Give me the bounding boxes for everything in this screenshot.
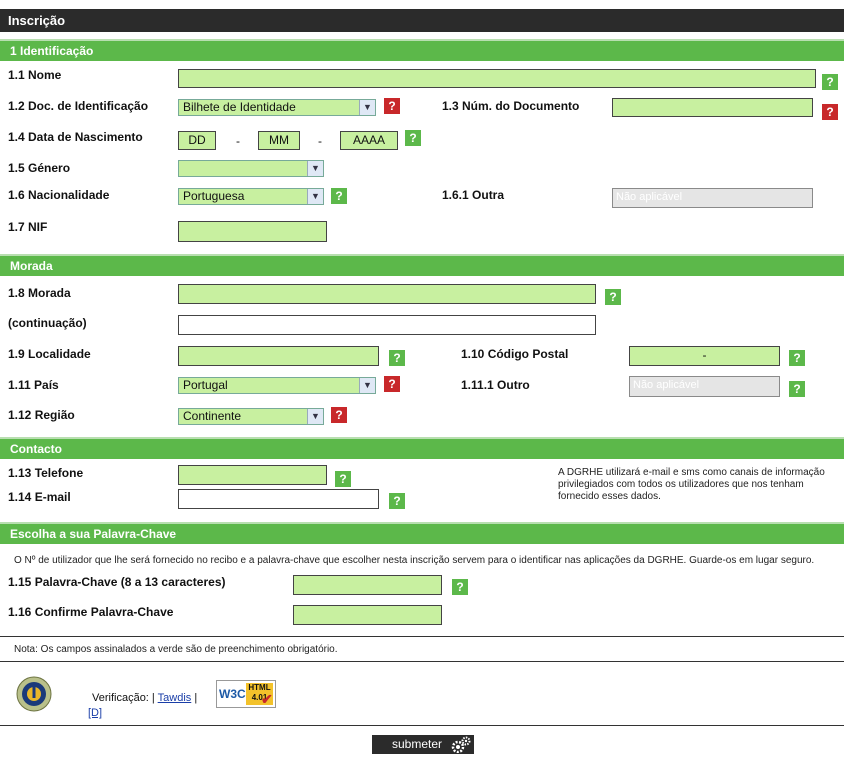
divider	[0, 725, 844, 726]
label-telefone: 1.13 Telefone	[8, 466, 84, 480]
gears-icon	[450, 736, 472, 759]
label-outro: 1.11.1 Outro	[461, 378, 530, 392]
check-icon: ✔	[261, 691, 273, 707]
help-icon[interactable]: ?	[605, 289, 621, 305]
label-morada: 1.8 Morada	[8, 286, 71, 300]
label-genero: 1.5 Género	[8, 161, 71, 175]
divider	[0, 636, 844, 637]
nota-obrigatorio: Nota: Os campos assinalados a verde são …	[14, 644, 338, 655]
submit-button[interactable]: submeter	[372, 735, 474, 754]
label-doc: 1.2 Doc. de Identificação	[8, 99, 149, 113]
help-icon[interactable]: ?	[405, 130, 421, 146]
email-input[interactable]	[178, 489, 379, 509]
doc-select[interactable]: Bilhete de Identidade ▼	[178, 99, 376, 116]
day-input[interactable]: DD	[178, 131, 216, 150]
help-icon[interactable]: ?	[789, 381, 805, 397]
outra-input[interactable]: Não aplicável	[612, 188, 813, 208]
help-icon[interactable]: ?	[822, 104, 838, 120]
label-nif: 1.7 NIF	[8, 220, 48, 234]
accessibility-logo[interactable]	[16, 676, 52, 712]
palavra-chave-input[interactable]	[293, 575, 442, 595]
label-outra: 1.6.1 Outra	[442, 188, 505, 202]
confirme-palavra-input[interactable]	[293, 605, 442, 625]
numdoc-input[interactable]	[612, 98, 813, 117]
label-palavra: 1.15 Palavra-Chave (8 a 13 caracteres)	[8, 575, 226, 589]
palavra-note: O Nº de utilizador que lhe será fornecid…	[14, 555, 815, 566]
year-input[interactable]: AAAA	[340, 131, 398, 150]
label-nasc: 1.4 Data de Nascimento	[8, 130, 143, 144]
nif-input[interactable]	[178, 221, 327, 242]
label-codpostal: 1.10 Código Postal	[461, 347, 569, 361]
genero-select[interactable]: ▼	[178, 160, 324, 177]
chevron-down-icon: ▼	[307, 161, 323, 176]
verificacao-label: Verificação: |	[92, 692, 155, 704]
pipe-separator: |	[194, 692, 198, 704]
codpostal-input[interactable]: -	[629, 346, 780, 366]
help-icon[interactable]: ?	[822, 74, 838, 90]
help-icon[interactable]: ?	[452, 579, 468, 595]
section-contacto: Contacto	[0, 437, 844, 459]
pais-select[interactable]: Portugal ▼	[178, 377, 376, 394]
label-continuacao: (continuação)	[8, 316, 87, 330]
help-icon[interactable]: ?	[389, 493, 405, 509]
contact-note: A DGRHE utilizará e-mail e sms como cana…	[558, 467, 825, 502]
label-regiao: 1.12 Região	[8, 408, 75, 422]
morada-continuacao-input[interactable]	[178, 315, 596, 335]
date-separator: -	[318, 134, 322, 148]
d-link[interactable]: [D]	[88, 707, 102, 719]
label-localidade: 1.9 Localidade	[8, 347, 91, 361]
divider	[0, 661, 844, 662]
telefone-input[interactable]	[178, 465, 327, 485]
section-morada: Morada	[0, 254, 844, 276]
w3c-html-badge[interactable]: W3C HTML 4.01 ✔	[216, 680, 276, 708]
section-palavra-chave: Escolha a sua Palavra-Chave	[0, 522, 844, 544]
chevron-down-icon: ▼	[359, 378, 375, 393]
label-confirme: 1.16 Confirme Palavra-Chave	[8, 605, 174, 619]
help-icon[interactable]: ?	[389, 350, 405, 366]
morada-input[interactable]	[178, 284, 596, 304]
help-icon[interactable]: ?	[384, 376, 400, 392]
label-numdoc: 1.3 Núm. do Documento	[442, 99, 580, 113]
help-icon[interactable]: ?	[335, 471, 351, 487]
help-icon[interactable]: ?	[331, 188, 347, 204]
page-title: Inscrição	[0, 9, 844, 32]
label-nome: 1.1 Nome	[8, 68, 62, 82]
section-identificacao: 1 Identificação	[0, 39, 844, 61]
label-nacionalidade: 1.6 Nacionalidade	[8, 188, 110, 202]
tawdis-link[interactable]: Tawdis	[158, 692, 192, 704]
chevron-down-icon: ▼	[307, 189, 323, 204]
chevron-down-icon: ▼	[359, 100, 375, 115]
date-separator: -	[236, 134, 240, 148]
regiao-select[interactable]: Continente ▼	[178, 408, 324, 425]
help-icon[interactable]: ?	[331, 407, 347, 423]
help-icon[interactable]: ?	[384, 98, 400, 114]
nome-input[interactable]	[178, 69, 816, 88]
localidade-input[interactable]	[178, 346, 379, 366]
label-pais: 1.11 País	[8, 378, 59, 392]
outro-input[interactable]: Não aplicável	[629, 376, 780, 397]
month-input[interactable]: MM	[258, 131, 300, 150]
nacionalidade-select[interactable]: Portuguesa ▼	[178, 188, 324, 205]
chevron-down-icon: ▼	[307, 409, 323, 424]
label-email: 1.14 E-mail	[8, 490, 71, 504]
help-icon[interactable]: ?	[789, 350, 805, 366]
